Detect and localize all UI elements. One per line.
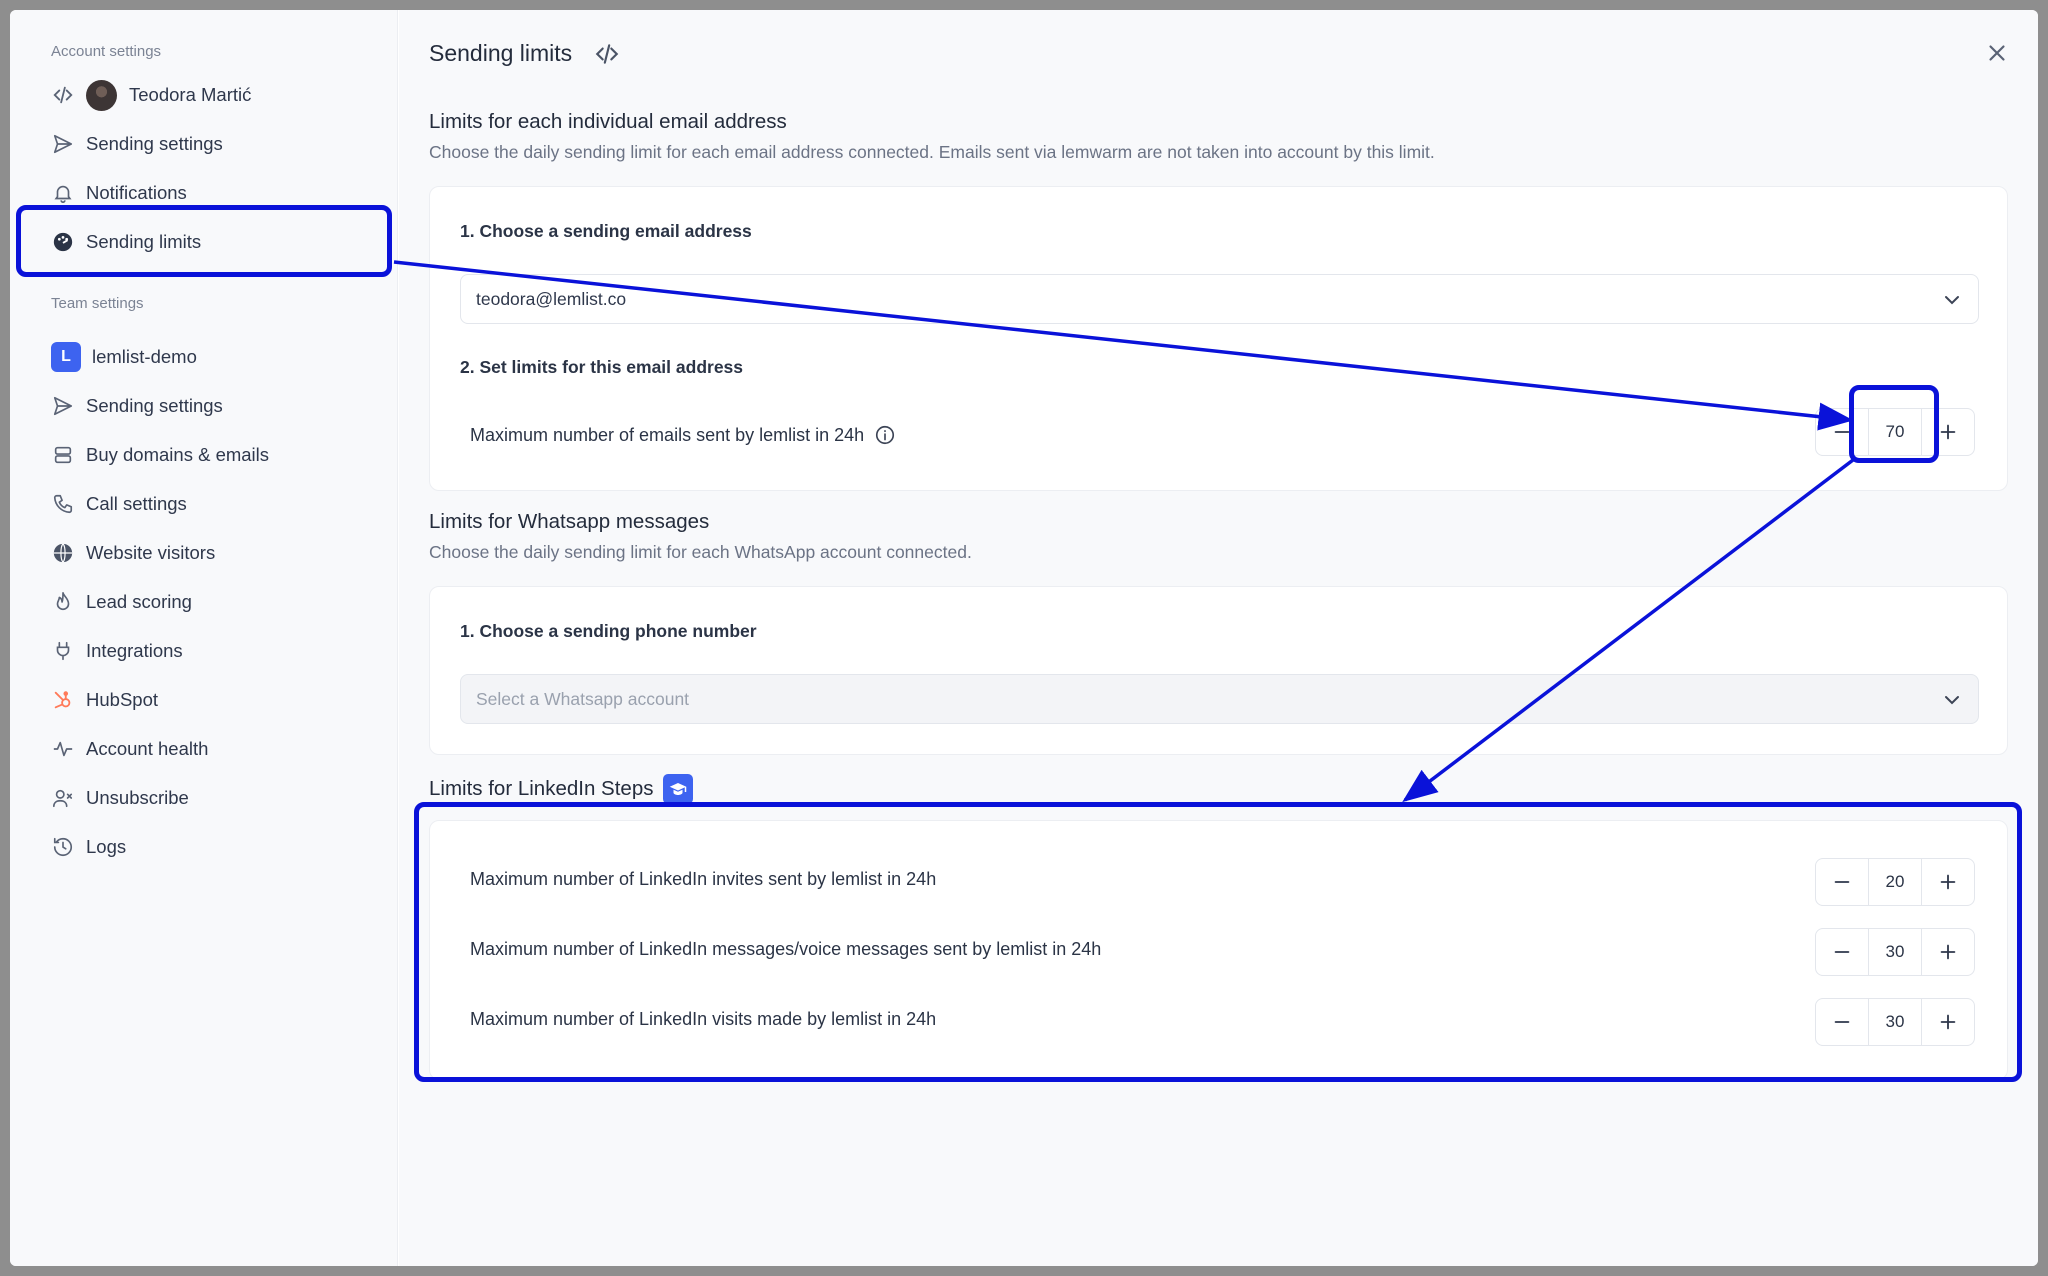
email-limit-label: Maximum number of emails sent by lemlist…: [470, 424, 865, 445]
globe-icon: [51, 541, 75, 565]
server-icon: [51, 443, 75, 467]
close-icon[interactable]: [1984, 40, 2010, 66]
gauge-icon: [51, 230, 75, 254]
sidebar-item-notifications[interactable]: Notifications: [51, 176, 187, 210]
account-settings-heading: Account settings: [51, 43, 162, 60]
email-select[interactable]: teodora@lemlist.co: [460, 274, 1979, 324]
user-x-icon: [51, 786, 75, 810]
linkedin-messages-stepper[interactable]: 30: [1815, 928, 1975, 976]
sidebar-item-label: Account health: [86, 738, 209, 759]
fire-icon: [51, 590, 75, 614]
sidebar-item-unsubscribe[interactable]: Unsubscribe: [51, 781, 189, 815]
whatsapp-section-title: Limits for Whatsapp messages: [429, 510, 710, 533]
code-icon[interactable]: [594, 41, 620, 67]
sidebar-item-integrations[interactable]: Integrations: [51, 634, 183, 668]
email-section-description: Choose the daily sending limit for each …: [429, 142, 1435, 162]
main-panel: Sending limits Limits for each individua…: [399, 10, 2038, 1266]
page-title-text: Sending limits: [429, 40, 573, 66]
sidebar-item-label: Unsubscribe: [86, 787, 189, 808]
linkedin-visits-row: Maximum number of LinkedIn visits made b…: [470, 1009, 937, 1029]
set-limits-label: 2. Set limits for this email address: [460, 357, 744, 377]
sidebar-item-call-settings[interactable]: Call settings: [51, 487, 187, 521]
sidebar-item-label: Website visitors: [86, 542, 216, 563]
plus-icon[interactable]: [1922, 929, 1974, 975]
send-icon: [51, 132, 75, 156]
sidebar-item-lead-scoring[interactable]: Lead scoring: [51, 585, 192, 619]
sidebar-item-label: lemlist-demo: [92, 346, 197, 367]
email-limits-card: 1. Choose a sending email address teodor…: [429, 186, 2008, 491]
linkedin-visits-value[interactable]: 30: [1868, 999, 1922, 1045]
choose-email-label: 1. Choose a sending email address: [460, 221, 752, 241]
sidebar-item-profile[interactable]: Teodora Martić: [51, 78, 251, 112]
plug-icon: [51, 639, 75, 663]
linkedin-invites-value[interactable]: 20: [1868, 859, 1922, 905]
email-limit-value[interactable]: 70: [1868, 409, 1922, 455]
sidebar-item-account-health[interactable]: Account health: [51, 732, 208, 766]
send-icon: [51, 394, 75, 418]
chevron-down-icon: [1940, 288, 1964, 312]
whatsapp-section-description: Choose the daily sending limit for each …: [429, 542, 972, 562]
team-settings-heading: Team settings: [51, 295, 144, 312]
linkedin-limits-card: Maximum number of LinkedIn invites sent …: [429, 820, 2008, 1080]
sidebar-item-team[interactable]: L lemlist-demo: [51, 340, 197, 374]
sidebar-item-hubspot[interactable]: HubSpot: [51, 683, 158, 717]
graduation-cap-icon[interactable]: [663, 774, 694, 804]
pulse-icon: [51, 737, 75, 761]
minus-icon[interactable]: [1816, 999, 1868, 1045]
choose-phone-label: 1. Choose a sending phone number: [460, 621, 757, 641]
linkedin-section-title: Limits for LinkedIn Steps: [429, 774, 694, 804]
plus-icon[interactable]: [1922, 409, 1974, 455]
sidebar-item-website-visitors[interactable]: Website visitors: [51, 536, 215, 570]
sidebar-item-team-sending-settings[interactable]: Sending settings: [51, 389, 223, 423]
sidebar-item-label: Buy domains & emails: [86, 444, 270, 465]
whatsapp-select-placeholder: Select a Whatsapp account: [476, 688, 690, 709]
settings-modal: Account settings Teodora Martić Sending …: [10, 10, 2038, 1266]
info-icon[interactable]: [874, 424, 896, 446]
sidebar-item-label: Integrations: [86, 640, 183, 661]
sidebar-item-label: Call settings: [86, 493, 187, 514]
minus-icon[interactable]: [1816, 859, 1868, 905]
selected-email: teodora@lemlist.co: [476, 288, 627, 309]
sidebar-item-sending-settings[interactable]: Sending settings: [51, 127, 223, 161]
sidebar-item-label: Sending settings: [86, 133, 223, 154]
sidebar-item-buy-domains[interactable]: Buy domains & emails: [51, 438, 269, 472]
minus-icon[interactable]: [1816, 929, 1868, 975]
plus-icon[interactable]: [1922, 859, 1974, 905]
linkedin-invites-stepper[interactable]: 20: [1815, 858, 1975, 906]
sidebar-item-label: Sending settings: [86, 395, 223, 416]
email-section-title: Limits for each individual email address: [429, 110, 787, 133]
linkedin-messages-value[interactable]: 30: [1868, 929, 1922, 975]
sidebar-item-label: Sending limits: [86, 231, 202, 252]
linkedin-messages-row: Maximum number of LinkedIn messages/voic…: [470, 939, 1102, 959]
chevron-down-icon: [1940, 688, 1964, 712]
whatsapp-select[interactable]: Select a Whatsapp account: [460, 674, 1979, 724]
sidebar-item-logs[interactable]: Logs: [51, 830, 126, 864]
linkedin-visits-stepper[interactable]: 30: [1815, 998, 1975, 1046]
hubspot-icon: [51, 688, 75, 712]
history-icon: [51, 835, 75, 859]
sidebar-item-label: Lead scoring: [86, 591, 192, 612]
bell-icon: [51, 181, 75, 205]
linkedin-invites-row: Maximum number of LinkedIn invites sent …: [470, 869, 937, 889]
sidebar-item-sending-limits[interactable]: Sending limits: [51, 225, 201, 259]
email-limit-stepper[interactable]: 70: [1815, 408, 1975, 456]
whatsapp-limits-card: 1. Choose a sending phone number Select …: [429, 586, 2008, 755]
minus-icon[interactable]: [1816, 409, 1868, 455]
plus-icon[interactable]: [1922, 999, 1974, 1045]
sidebar-item-label: Logs: [86, 836, 127, 857]
email-limit-row: Maximum number of emails sent by lemlist…: [470, 424, 896, 446]
code-icon: [51, 83, 75, 107]
linkedin-section-title-text: Limits for LinkedIn Steps: [429, 777, 654, 800]
page-title: Sending limits: [429, 40, 620, 67]
sidebar-item-label: Notifications: [86, 182, 187, 203]
avatar: [86, 79, 117, 111]
sidebar-item-label: Teodora Martić: [129, 84, 252, 105]
sidebar: Account settings Teodora Martić Sending …: [10, 10, 398, 1266]
phone-icon: [51, 492, 75, 516]
team-logo-icon: L: [51, 342, 81, 372]
sidebar-item-label: HubSpot: [86, 689, 158, 710]
